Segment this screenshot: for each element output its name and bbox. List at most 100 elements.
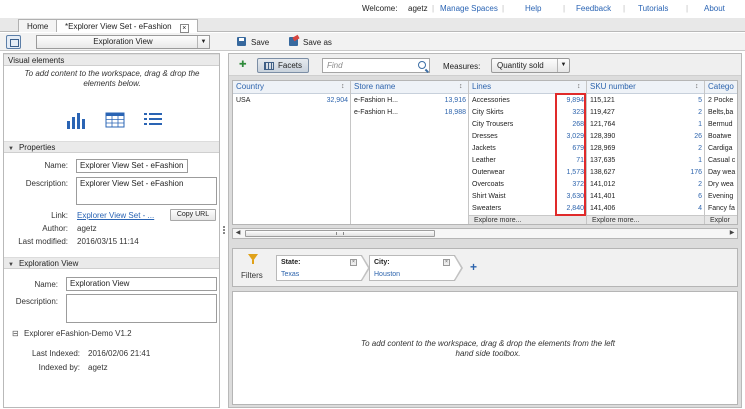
about-link[interactable]: About	[704, 4, 725, 13]
divider: |	[686, 4, 689, 13]
panel-toggle-icon[interactable]	[6, 35, 21, 49]
list-item[interactable]: 119,427 2	[587, 107, 704, 119]
item-label: 138,627	[590, 169, 616, 176]
facets-label: Facets	[278, 61, 303, 70]
facet-header[interactable]: SKU number ↕	[587, 81, 704, 94]
link-label: Link:	[51, 211, 68, 220]
list-item[interactable]: Casual c	[705, 155, 737, 167]
name-field[interactable]: Explorer View Set - eFashion	[76, 159, 188, 173]
link-value[interactable]: Explorer View Set - ...	[77, 211, 154, 220]
list-item[interactable]: Evening	[705, 191, 737, 203]
close-icon[interactable]: ×	[443, 259, 450, 266]
item-label: Sweaters	[472, 205, 502, 212]
filter-chip-city[interactable]: City: × Houston	[369, 255, 455, 281]
tab-explorer-view-set[interactable]: *Explorer View Set - eFashion ×	[56, 19, 198, 33]
item-label: 128,390	[590, 133, 616, 140]
tutorials-link[interactable]: Tutorials	[638, 4, 668, 13]
item-value: 4	[698, 205, 702, 212]
horizontal-scrollbar[interactable]: ◀ ▶	[232, 228, 738, 239]
facet-header-label: Country	[236, 82, 265, 91]
list-item[interactable]: 128,390 26	[587, 131, 704, 143]
item-label: Jackets	[472, 145, 496, 152]
visual-elements-message: To add content to the workspace, drag & …	[24, 69, 200, 88]
explore-more-link[interactable]: Explor	[705, 215, 737, 224]
find-input[interactable]: Find	[322, 58, 430, 73]
list-item[interactable]: USA 32,904	[233, 95, 350, 107]
list-icon[interactable]	[143, 111, 163, 129]
save-as-button[interactable]: Save as	[289, 37, 332, 48]
tab-home[interactable]: Home	[18, 19, 58, 32]
bar-chart-icon[interactable]	[66, 111, 86, 129]
list-item[interactable]: e-Fashion H... 18,988	[351, 107, 468, 119]
exploration-view-header[interactable]: ▼ Exploration View	[4, 257, 219, 269]
list-item[interactable]: Belts,ba	[705, 107, 737, 119]
list-item[interactable]: Dry wea	[705, 179, 737, 191]
save-as-label: Save as	[303, 38, 332, 47]
facets-button[interactable]: Facets	[257, 58, 309, 73]
item-value: 26	[694, 133, 702, 140]
properties-header[interactable]: ▼ Properties	[4, 141, 219, 153]
item-label: USA	[236, 97, 251, 104]
list-item[interactable]: 138,627 176	[587, 167, 704, 179]
facet-header[interactable]: Country ↕	[233, 81, 350, 94]
add-filter-icon[interactable]: +	[467, 261, 480, 274]
scroll-left-icon[interactable]: ◀	[233, 229, 243, 238]
description-label: Description:	[25, 179, 68, 188]
item-label: Casual c	[708, 157, 736, 164]
table-icon[interactable]	[105, 111, 125, 129]
sort-icon[interactable]: ↕	[341, 83, 348, 91]
filters-label: Filters	[241, 271, 263, 280]
ev-name-field[interactable]: Exploration View	[66, 277, 217, 291]
scrollbar-thumb[interactable]	[245, 230, 435, 237]
list-item[interactable]: 121,764 1	[587, 119, 704, 131]
list-item[interactable]: 115,121 5	[587, 95, 704, 107]
copy-url-button[interactable]: Copy URL	[170, 209, 216, 221]
facet-header-label: SKU number	[590, 82, 636, 91]
list-item[interactable]: 141,401 6	[587, 191, 704, 203]
search-icon[interactable]	[418, 61, 426, 69]
collapse-source-icon[interactable]: ⊟	[12, 329, 19, 338]
ev-name-label: Name:	[34, 280, 58, 289]
user-name: agetz	[408, 4, 428, 13]
feedback-link[interactable]: Feedback	[576, 4, 611, 13]
list-item[interactable]: 128,969 2	[587, 143, 704, 155]
workspace-drop-area[interactable]: To add content to the workspace, drag & …	[232, 291, 738, 405]
list-item[interactable]: 137,635 1	[587, 155, 704, 167]
facet-header[interactable]: Catego	[705, 81, 737, 94]
indexed-by-value: agetz	[88, 363, 108, 372]
facet-header[interactable]: Store name ↕	[351, 81, 468, 94]
item-label: City Trousers	[472, 121, 514, 128]
measures-selected: Quantity sold	[497, 61, 544, 70]
filter-chip-state[interactable]: State: × Texas	[276, 255, 362, 281]
scroll-right-icon[interactable]: ▶	[727, 229, 737, 238]
ev-description-field[interactable]	[66, 294, 217, 323]
panel-splitter[interactable]	[222, 225, 226, 237]
list-item[interactable]: 141,012 2	[587, 179, 704, 191]
list-item[interactable]: Day wea	[705, 167, 737, 179]
view-select[interactable]: Exploration View ▼	[36, 35, 210, 49]
item-label: Cardiga	[708, 145, 733, 152]
close-icon[interactable]: ×	[179, 24, 189, 33]
list-item[interactable]: Boatwe	[705, 131, 737, 143]
list-item[interactable]: e-Fashion H... 13,916	[351, 95, 468, 107]
list-item[interactable]: Cardiga	[705, 143, 737, 155]
sort-icon[interactable]: ↕	[577, 83, 584, 91]
facet-category: Catego 2 Pocke Belts,ba Bermud Boatwe Ca…	[705, 81, 737, 224]
close-icon[interactable]: ×	[350, 259, 357, 266]
description-field[interactable]: Explorer View Set - eFashion	[76, 177, 217, 205]
explore-more-link[interactable]: Explore more...	[587, 215, 704, 224]
pin-icon[interactable]: ✚	[239, 59, 249, 69]
item-label: e-Fashion H...	[354, 109, 398, 116]
sort-icon[interactable]: ↕	[459, 83, 466, 91]
measures-select[interactable]: Quantity sold ▼	[491, 58, 570, 73]
item-value: 2	[698, 181, 702, 188]
list-item[interactable]: Fancy fa	[705, 203, 737, 215]
sort-icon[interactable]: ↕	[695, 83, 702, 91]
list-item[interactable]: 141,406 4	[587, 203, 704, 215]
help-link[interactable]: Help	[525, 4, 541, 13]
save-button[interactable]: Save	[237, 37, 269, 48]
list-item[interactable]: 2 Pocke	[705, 95, 737, 107]
manage-spaces-link[interactable]: Manage Spaces	[440, 4, 498, 13]
explore-more-link[interactable]: Explore more...	[469, 215, 586, 224]
list-item[interactable]: Bermud	[705, 119, 737, 131]
